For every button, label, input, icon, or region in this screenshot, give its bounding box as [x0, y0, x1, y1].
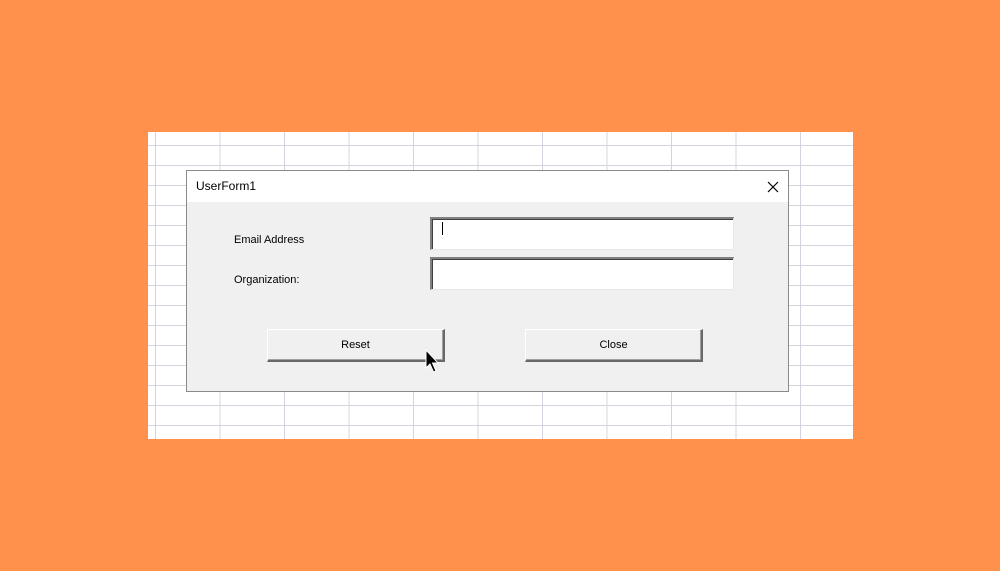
title-bar[interactable]: UserForm1 [187, 171, 788, 202]
text-caret [442, 222, 443, 235]
email-address-field[interactable] [430, 217, 734, 250]
reset-button[interactable]: Reset [267, 329, 445, 362]
mouse-pointer-icon [425, 349, 439, 373]
close-icon [767, 181, 779, 192]
close-window-button[interactable] [758, 171, 788, 202]
userform-dialog: UserForm1 Email Address Organization: Re… [186, 170, 789, 392]
close-button[interactable]: Close [525, 329, 703, 362]
organization-field[interactable] [430, 257, 734, 290]
email-address-label: Email Address [234, 234, 305, 246]
organization-label: Organization: [234, 274, 300, 286]
dialog-title: UserForm1 [196, 179, 257, 193]
